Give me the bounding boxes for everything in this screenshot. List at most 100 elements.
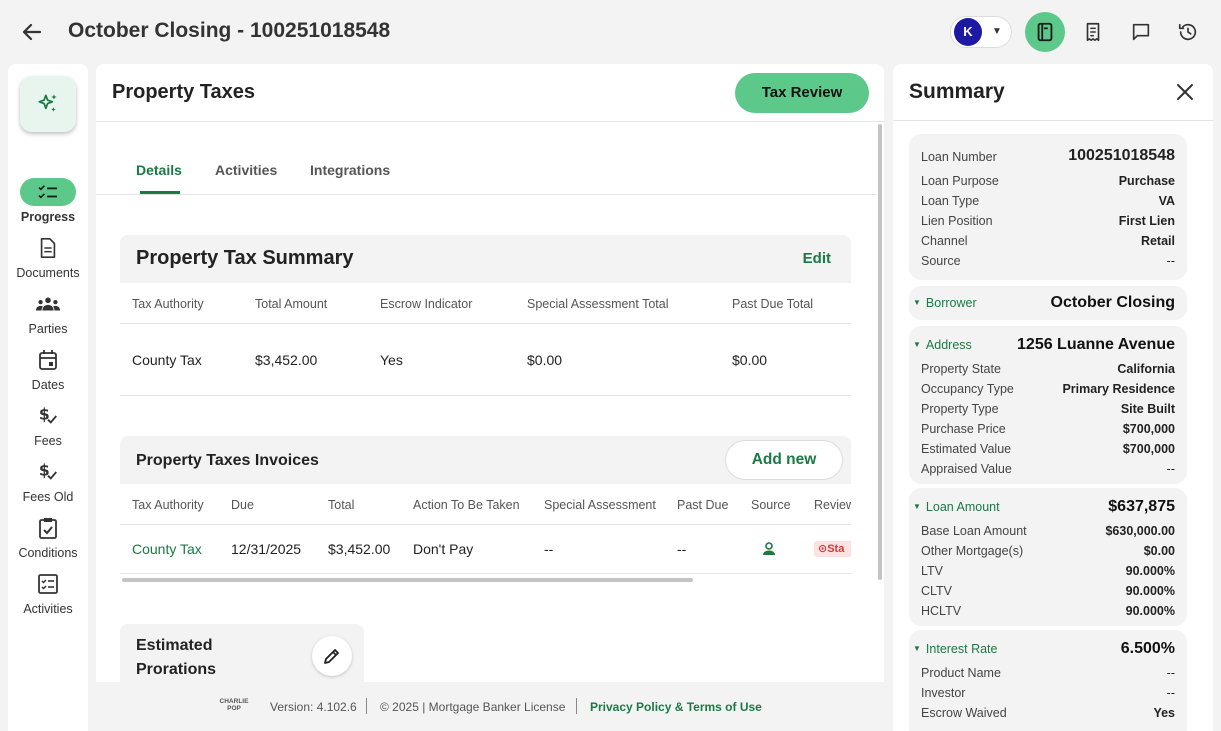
caret-down-icon: ▼ (913, 644, 921, 653)
divider (96, 121, 884, 122)
card-header: Property Taxes Invoices Add new (120, 436, 851, 484)
pencil-icon (324, 649, 339, 664)
nav-fees-old-label: Fees Old (22, 490, 74, 504)
loan-amount-value: $637,875 (1108, 498, 1175, 515)
add-new-button[interactable]: Add new (725, 440, 843, 480)
ai-assistant-button[interactable] (20, 76, 76, 132)
caret-down-icon: ▼ (913, 502, 921, 511)
caret-down-icon: ▼ (913, 298, 921, 307)
loan-purpose-row: Loan Purpose Purchase (921, 174, 1175, 188)
nav-progress[interactable]: Progress (8, 178, 88, 224)
summary-row: Other Mortgage(s) $0.00 (921, 544, 1175, 558)
nav-parties[interactable]: Parties (8, 290, 88, 336)
address-header[interactable]: ▼ Address (913, 338, 972, 352)
clipboard-check-icon (20, 514, 76, 542)
receipt-icon (1086, 22, 1100, 42)
dollar-check-icon: $ (20, 402, 76, 430)
source-row: Source -- (921, 254, 1175, 268)
divider (366, 698, 367, 714)
main-panel: Property Taxes Tax Review Details Activi… (96, 64, 884, 731)
column-header: Action To Be Taken (413, 498, 520, 512)
tab-details[interactable]: Details (136, 162, 182, 178)
column-header: Tax Authority (132, 297, 204, 311)
history-icon (1178, 23, 1197, 41)
column-header: Special Assessment (544, 498, 656, 512)
nav-fees[interactable]: $ Fees (8, 402, 88, 448)
nav-documents-label: Documents (16, 266, 80, 280)
tab-activities[interactable]: Activities (215, 162, 277, 178)
left-nav-rail: Progress Documents Parties Dates $ Fees … (8, 64, 88, 731)
dollar-check-icon: $ (20, 458, 76, 486)
summary-panel-button[interactable] (1025, 12, 1065, 52)
loan-info-box: Loan Number 100251018548 Loan Purpose Pur… (909, 134, 1187, 280)
table-cell: $3,452.00 (255, 352, 318, 368)
divider (120, 323, 851, 324)
summary-row: Occupancy Type Primary Residence (921, 382, 1175, 396)
back-arrow-icon[interactable] (20, 20, 44, 44)
table-cell: Yes (380, 352, 403, 368)
nav-progress-label: Progress (20, 210, 76, 224)
card-header: Property Tax Summary Edit (120, 235, 851, 283)
tab-integrations[interactable]: Integrations (310, 162, 390, 178)
checklist-box-icon (20, 570, 76, 598)
people-icon (20, 290, 76, 318)
nav-documents[interactable]: Documents (8, 234, 88, 280)
nav-fees-old[interactable]: $ Fees Old (8, 458, 88, 504)
vertical-scrollbar[interactable] (878, 124, 882, 580)
page-title: October Closing - 100251018548 (68, 19, 391, 42)
divider (96, 194, 876, 195)
summary-row: Escrow Waived Yes (921, 706, 1175, 720)
summary-row: Appraised Value -- (921, 462, 1175, 476)
table-cell: County Tax (132, 352, 202, 368)
chat-icon (1132, 23, 1150, 41)
channel-row: Channel Retail (921, 234, 1175, 248)
table-cell: -- (544, 541, 554, 557)
column-header: Tax Authority (132, 498, 204, 512)
vertical-scrollbar[interactable] (1206, 122, 1210, 731)
edit-prorations-button[interactable] (312, 636, 352, 676)
document-icon (20, 234, 76, 262)
nav-dates[interactable]: Dates (8, 346, 88, 392)
loan-amount-section: ▼ Loan Amount $637,875 Base Loan Amount $6… (909, 488, 1187, 626)
address-value: 1256 Luanne Avenue (1017, 336, 1175, 353)
user-menu[interactable]: K ▼ (950, 16, 1012, 48)
messages-button[interactable] (1121, 12, 1161, 52)
divider (576, 698, 577, 714)
tax-authority-link[interactable]: County Tax (132, 541, 202, 557)
nav-conditions-label: Conditions (18, 546, 78, 560)
nav-conditions[interactable]: Conditions (8, 514, 88, 560)
column-header: Escrow Indicator (380, 297, 473, 311)
property-tax-summary-card: Property Tax Summary Edit Tax Authority … (120, 235, 851, 396)
summary-row: Product Name -- (921, 666, 1175, 680)
loan-amount-header[interactable]: ▼ Loan Amount (913, 500, 1000, 514)
close-icon[interactable] (1173, 80, 1197, 104)
column-header: Special Assessment Total (527, 297, 669, 311)
borrower-header[interactable]: ▼ Borrower (913, 296, 977, 310)
avatar[interactable]: K (954, 18, 982, 46)
nav-activities[interactable]: Activities (8, 570, 88, 616)
interest-rate-value: 6.500% (1120, 640, 1175, 657)
calendar-icon (20, 346, 76, 374)
horizontal-scrollbar[interactable] (122, 578, 693, 582)
receipt-button[interactable] (1073, 12, 1113, 52)
column-header: Past Due (677, 498, 729, 512)
loan-number-value: 100251018548 (1068, 147, 1175, 164)
tax-review-button[interactable]: Tax Review (735, 73, 869, 113)
property-taxes-invoices-card: Property Taxes Invoices Add new Tax Auth… (120, 436, 851, 586)
privacy-terms-link[interactable]: Privacy Policy & Terms of Use (590, 700, 762, 714)
edit-button[interactable]: Edit (803, 250, 831, 267)
lien-position-row: Lien Position First Lien (921, 214, 1175, 228)
license-text: © 2025 | Mortgage Banker License (380, 700, 566, 714)
alert-circle-icon: ⊙ (818, 543, 828, 555)
column-header: Total Amount (255, 297, 328, 311)
history-button[interactable] (1168, 12, 1208, 52)
footer: CHARLIE POP Version: 4.102.6 © 2025 | Mo… (96, 682, 884, 731)
nav-dates-label: Dates (31, 378, 65, 392)
borrower-section[interactable]: ▼ Borrower October Closing (909, 286, 1187, 320)
person-icon[interactable] (762, 542, 776, 561)
divider (120, 395, 851, 396)
summary-row: Property Type Site Built (921, 402, 1175, 416)
divider (120, 524, 851, 525)
table-cell: Don't Pay (413, 541, 474, 557)
interest-rate-header[interactable]: ▼ Interest Rate (913, 642, 998, 656)
